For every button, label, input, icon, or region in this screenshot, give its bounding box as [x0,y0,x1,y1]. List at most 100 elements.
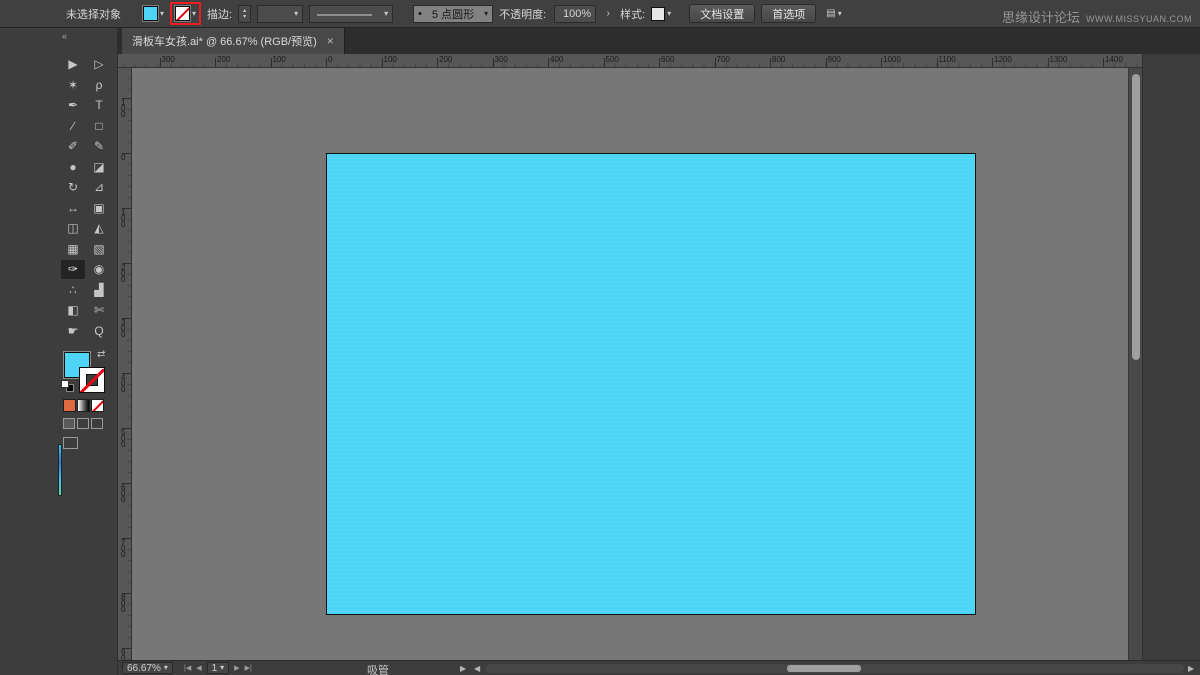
type-tool[interactable]: T [87,96,111,115]
zoom-tool[interactable]: Q [87,321,111,340]
hand-tool[interactable]: ☛ [61,321,85,340]
default-fill-stroke-button[interactable] [61,380,76,393]
direct-selection-tool[interactable]: ▷ [87,55,111,74]
stroke-color-control[interactable]: ▾ [175,6,196,21]
stepper-down-icon[interactable]: ▾ [243,14,246,20]
ruler-label: 1100 [939,55,956,64]
stroke-none-swatch[interactable] [175,6,190,21]
artboard-number-dropdown[interactable]: 1 ▾ [207,662,230,674]
mesh-tool[interactable]: ▦ [61,239,85,258]
document-tab-title: 滑板车女孩.ai* @ 66.67% (RGB/预览) [132,33,317,49]
document-setup-button[interactable]: 文档设置 [689,4,755,23]
panel-menu-control[interactable]: ▤ ▾ [826,8,841,19]
artboard-tool[interactable]: ◧ [61,301,85,320]
previous-artboard-button[interactable]: ◀ [196,664,201,672]
magic-wand-tool[interactable]: ✶ [61,75,85,94]
ruler-label: 500 [606,55,619,64]
stroke-weight-stepper[interactable]: ▴ ▾ [238,5,251,23]
illustrator-window: 未选择对象 ▾ ▾ 描边: ▴ ▾ ▾ ▾ • 5 点圆形 ▾ 不透明度: [0,0,1200,675]
ruler-tick [659,58,660,67]
pencil-tool[interactable]: ✎ [87,137,111,156]
ruler-label: 100 [273,55,286,64]
vertical-scrollbar-thumb[interactable] [1132,74,1140,360]
gradient-button[interactable] [77,399,90,412]
ruler-label: 700 [121,540,128,558]
ruler-tick [770,58,771,67]
scale-tool[interactable]: ⊿ [87,178,111,197]
selection-status: 未选择对象 [66,6,121,22]
zoom-level-dropdown[interactable]: 66.67% ▾ [122,662,173,674]
style-label: 样式: [620,6,645,22]
stroke-weight-dropdown[interactable]: ▾ [257,5,303,23]
vertical-ruler[interactable]: 10001002003004005006007008009001000 [118,68,132,660]
chevron-down-icon: ▾ [384,10,388,18]
style-swatch[interactable] [651,7,665,21]
draw-inside-button[interactable] [91,418,103,429]
style-dropdown[interactable]: ▾ [651,7,671,21]
stroke-color-indicator[interactable] [79,367,105,393]
scroll-left-icon[interactable]: ◀ [474,664,480,673]
width-profile-dropdown[interactable]: ▾ [309,5,393,23]
pen-tool[interactable]: ✒ [61,96,85,115]
lasso-tool[interactable]: ρ [87,75,111,94]
tab-bar: 滑板车女孩.ai* @ 66.67% (RGB/预览) × [118,28,1200,54]
symbol-sprayer-tool[interactable]: ∴ [61,280,85,299]
artboard[interactable] [326,153,976,615]
toolbar-collapse-button[interactable]: « [62,31,66,41]
chevron-down-icon: ▾ [838,10,842,18]
fill-swatch[interactable] [143,6,158,21]
paintbrush-tool[interactable]: ✐ [61,137,85,156]
selection-tool[interactable]: ▶ [61,55,85,74]
first-artboard-button[interactable]: |◀ [184,664,191,672]
ruler-tick [326,58,327,67]
next-artboard-button[interactable]: ▶ [234,664,239,672]
column-graph-tool[interactable]: ▟ [87,280,111,299]
gradient-tool[interactable]: ▧ [87,239,111,258]
draw-behind-button[interactable] [77,418,89,429]
screen-mode-button[interactable] [63,437,78,449]
shape-builder-tool[interactable]: ◫ [61,219,85,238]
ruler-label: 300 [162,55,175,64]
eyedropper-tool[interactable]: ✑ [61,260,85,279]
free-transform-tool[interactable]: ▣ [87,198,111,217]
ruler-label: 0 [328,55,332,64]
document-tab[interactable]: 滑板车女孩.ai* @ 66.67% (RGB/预览) × [122,28,345,54]
rectangle-tool[interactable]: □ [87,116,111,135]
horizontal-ruler[interactable]: 3002001000100200300400500600700800900100… [118,54,1142,68]
ruler-label: 600 [121,485,128,503]
chevron-down-icon: ▾ [294,10,298,18]
slice-tool[interactable]: ✄ [87,301,111,320]
draw-normal-button[interactable] [63,418,75,429]
none-button[interactable] [91,399,104,412]
color-button[interactable] [63,399,76,412]
ruler-label: 0 [121,155,128,161]
ruler-label: 300 [121,320,128,338]
opacity-options-button[interactable]: › [602,5,614,23]
ruler-label: 200 [439,55,452,64]
horizontal-scrollbar-thumb[interactable] [787,665,861,672]
last-artboard-button[interactable]: ▶| [245,664,252,672]
collapsed-color-panel[interactable] [58,444,62,496]
scroll-right-icon[interactable]: ▶ [1188,664,1194,673]
swap-fill-stroke-icon[interactable]: ⇄ [97,349,105,360]
chevron-down-icon: ▾ [484,10,488,18]
chevron-down-icon: ▾ [160,10,164,18]
blend-tool[interactable]: ◉ [87,260,111,279]
width-tool[interactable]: ↔ [61,198,85,217]
status-expand-icon[interactable]: ▶ [460,664,466,673]
ruler-tick [881,58,882,67]
brush-definition-dropdown[interactable]: • 5 点圆形 ▾ [413,5,493,23]
eraser-tool[interactable]: ◪ [87,157,111,176]
vertical-scrollbar[interactable] [1128,68,1142,660]
close-icon[interactable]: × [327,34,334,48]
preferences-button[interactable]: 首选项 [761,4,816,23]
opacity-input[interactable]: 100% [554,5,596,23]
line-segment-tool[interactable]: ∕ [61,116,85,135]
blob-brush-tool[interactable]: ● [61,157,85,176]
stroke-label: 描边: [207,6,232,22]
rotate-tool[interactable]: ↻ [61,178,85,197]
perspective-grid-tool[interactable]: ◭ [87,219,111,238]
fill-color-control[interactable]: ▾ [143,6,164,21]
horizontal-scrollbar[interactable] [486,664,1184,673]
chevron-down-icon: ▾ [164,664,168,672]
